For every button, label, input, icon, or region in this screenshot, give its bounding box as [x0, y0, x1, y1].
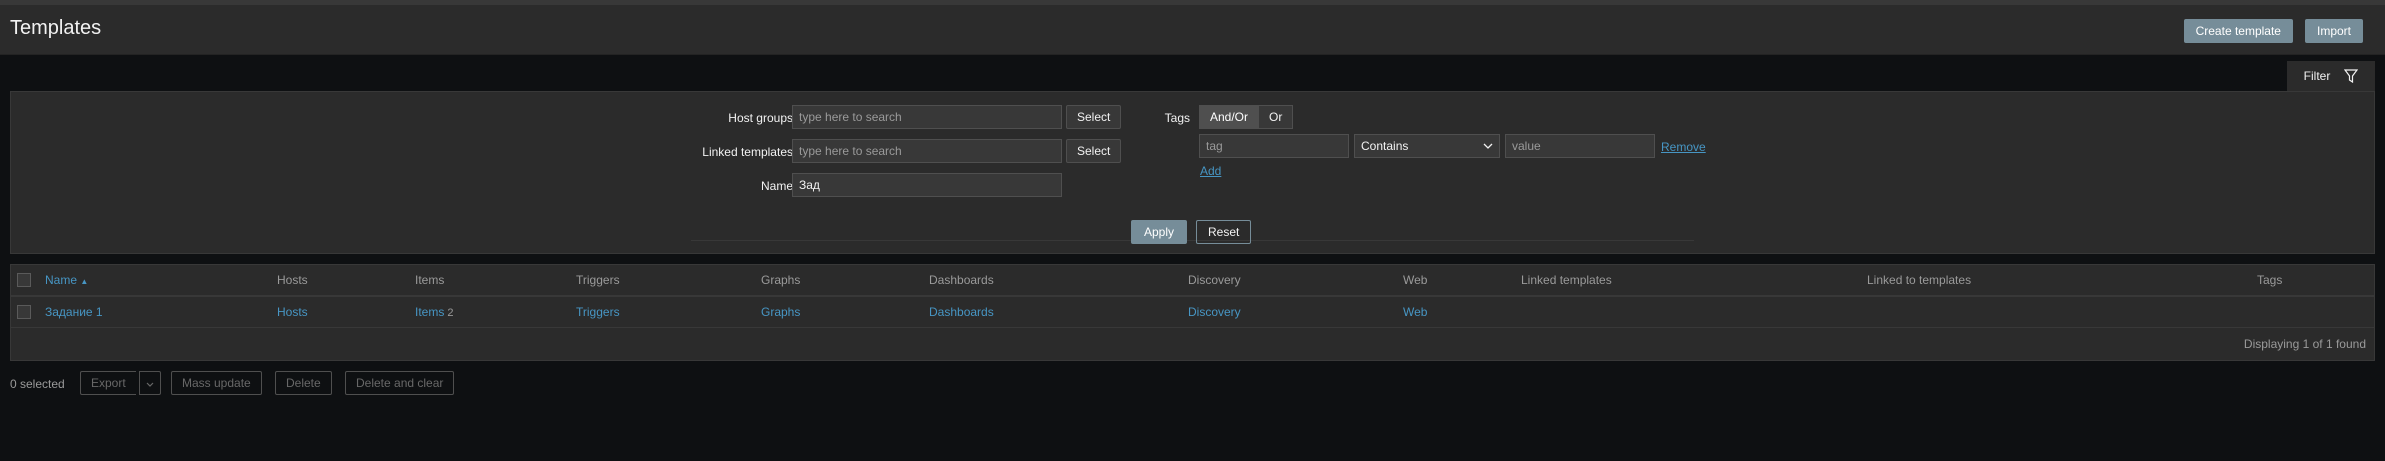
linked-to-templates-cell [1867, 296, 2257, 328]
items-count: 2 [447, 306, 454, 319]
graphs-link[interactable]: Graphs [761, 305, 800, 319]
delete-and-clear-button[interactable]: Delete and clear [345, 370, 455, 395]
name-input[interactable] [792, 173, 1062, 197]
tags-andor-radio[interactable]: And/Or [1199, 105, 1260, 129]
tag-operator-select[interactable]: Contains [1354, 134, 1500, 158]
linked-templates-select-button[interactable]: Select [1066, 139, 1122, 163]
linked-templates-label: Linked templates [702, 145, 793, 159]
paging-summary: Displaying 1 of 1 found [2243, 336, 2366, 351]
filter-divider [691, 240, 1694, 241]
filter-tab[interactable]: Filter [2287, 61, 2375, 91]
hosts-link[interactable]: Hosts [277, 305, 308, 319]
row-checkbox[interactable] [17, 305, 31, 320]
web-link[interactable]: Web [1403, 305, 1427, 319]
mass-update-button[interactable]: Mass update [171, 370, 262, 395]
tags-cell [2257, 296, 2374, 328]
header-dashboards: Dashboards [929, 265, 1188, 297]
tag-operator-value: Contains [1361, 139, 1409, 153]
create-template-button[interactable]: Create template [2183, 19, 2293, 43]
export-button[interactable]: Export [80, 370, 136, 395]
funnel-icon [2344, 69, 2359, 83]
selected-count: 0 selected [10, 376, 65, 391]
header-discovery: Discovery [1188, 265, 1403, 297]
linked-templates-cell [1521, 296, 1867, 328]
delete-button[interactable]: Delete [275, 370, 332, 395]
host-groups-label: Host groups [728, 111, 793, 125]
header-hosts: Hosts [277, 265, 415, 297]
dashboards-link[interactable]: Dashboards [929, 305, 994, 319]
tag-input[interactable] [1199, 134, 1349, 158]
header-graphs: Graphs [761, 265, 929, 297]
reset-button[interactable]: Reset [1196, 220, 1252, 244]
header-tags: Tags [2257, 265, 2374, 297]
table-header-row: Name ▲ Hosts Items Triggers Graphs Dashb… [11, 265, 2374, 297]
host-groups-input[interactable] [792, 105, 1062, 129]
templates-table: Name ▲ Hosts Items Triggers Graphs Dashb… [10, 264, 2375, 361]
chevron-down-icon [1483, 143, 1493, 149]
import-button[interactable]: Import [2304, 19, 2363, 43]
page-header: Templates Create template Import [0, 5, 2385, 55]
tags-evaltype: And/Or Or [1199, 105, 1294, 129]
page-title: Templates [10, 17, 102, 39]
items-link[interactable]: Items [415, 305, 444, 319]
export-dropdown-button[interactable] [139, 370, 161, 395]
chevron-down-icon [146, 382, 154, 387]
linked-templates-input[interactable] [792, 139, 1062, 163]
name-label: Name [760, 179, 793, 193]
header-linked-to-templates: Linked to templates [1867, 265, 2257, 297]
header-linked-templates: Linked templates [1521, 265, 1867, 297]
sort-asc-icon: ▲ [80, 277, 89, 286]
header-name[interactable]: Name ▲ [45, 273, 88, 287]
tags-label: Tags [1164, 111, 1190, 125]
action-bar: 0 selected Export Mass update Delete Del… [0, 361, 2385, 401]
header-items: Items [415, 265, 576, 297]
template-name-link[interactable]: Задание 1 [45, 305, 103, 319]
tag-value-input[interactable] [1505, 134, 1655, 158]
tag-add-link[interactable]: Add [1200, 164, 1221, 178]
tags-or-radio[interactable]: Or [1259, 105, 1294, 129]
header-buttons: Create template Import [2183, 19, 2363, 43]
filter-tab-label: Filter [2303, 69, 2331, 83]
header-web: Web [1403, 265, 1521, 297]
select-all-checkbox[interactable] [17, 273, 31, 288]
filter-tab-row: Filter [0, 61, 2385, 91]
discovery-link[interactable]: Discovery [1188, 305, 1241, 319]
apply-button[interactable]: Apply [1131, 220, 1188, 244]
tag-remove-link[interactable]: Remove [1661, 140, 1706, 154]
table-footer: Displaying 1 of 1 found [11, 328, 2374, 360]
filter-panel: Host groups Select Linked templates Sele… [10, 91, 2375, 254]
header-triggers: Triggers [576, 265, 761, 297]
table-row: Задание 1 Hosts Items 2 Triggers Graphs D… [11, 296, 2374, 328]
triggers-link[interactable]: Triggers [576, 305, 620, 319]
